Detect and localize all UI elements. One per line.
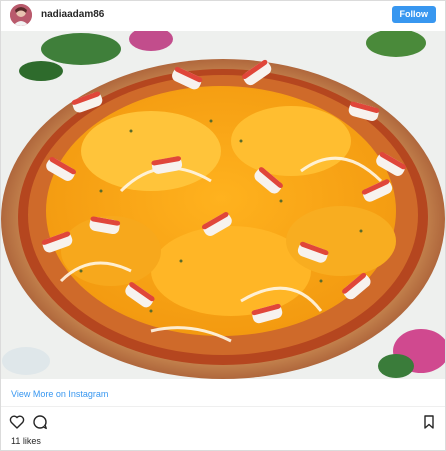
divider: [1, 406, 445, 407]
likes-count: 11 likes: [11, 436, 41, 446]
heart-icon[interactable]: [9, 414, 25, 430]
comment-icon[interactable]: [32, 414, 48, 430]
post-header: nadiaadam86 Follow: [1, 1, 445, 31]
bookmark-icon[interactable]: [421, 414, 437, 430]
instagram-embed-card: nadiaadam86 Follow View More on Instagra…: [0, 0, 446, 451]
username[interactable]: nadiaadam86: [41, 9, 104, 20]
follow-button[interactable]: Follow: [391, 6, 436, 23]
view-more-link[interactable]: View More on Instagram: [11, 389, 108, 399]
avatar[interactable]: [10, 4, 32, 26]
post-photo[interactable]: [1, 31, 445, 379]
